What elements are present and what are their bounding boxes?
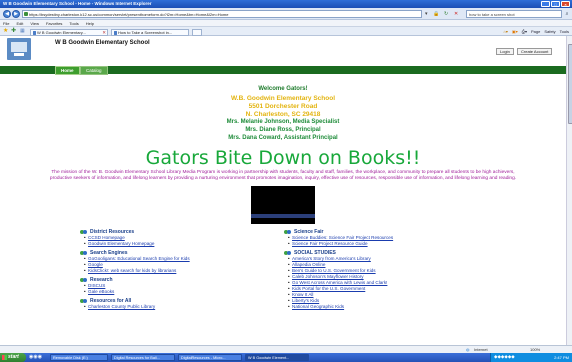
lock-icon[interactable]: 🔒 (433, 11, 439, 17)
mission-statement: The mission of the W. B. Goodwin Element… (49, 170, 517, 181)
resource-link[interactable]: Science Fair Project Resource Guide (284, 241, 393, 247)
login-button[interactable]: Login (496, 48, 514, 55)
search-input[interactable]: how to take a screen shot (466, 10, 562, 18)
add-favorite-icon[interactable]: ✚ (11, 28, 16, 35)
status-zone: Internet (474, 347, 488, 352)
forward-icon[interactable]: ▶ (12, 10, 20, 18)
people-icon (284, 230, 292, 234)
refresh-icon[interactable]: ↻ (444, 11, 448, 17)
maximize-button[interactable]: □ (551, 1, 560, 7)
globe-icon: ◍ (466, 347, 470, 352)
site-favicon-icon (24, 11, 28, 16)
menu-edit[interactable]: Edit (16, 20, 23, 26)
tray-icons[interactable]: ◆◆◆◆◆◆ (494, 354, 515, 360)
command-safety[interactable]: Safety (544, 29, 555, 35)
command-tools[interactable]: Tools (560, 29, 569, 35)
tab-favicon-icon (32, 31, 36, 35)
staff-assistant-principal: Mrs. Dana Coward, Assistant Principal (228, 135, 338, 141)
page-title: Gators Bite Down on Books!! (145, 147, 421, 169)
tab-list-icon[interactable]: ▦ (20, 28, 25, 35)
taskbar-item-active[interactable]: W B Goodwin Element... (245, 354, 309, 361)
welcome-heading: Welcome Gators! (258, 86, 308, 92)
command-page[interactable]: Page (531, 29, 540, 35)
print-icon[interactable]: ⎙▾ (522, 29, 527, 35)
school-name-line: W.B. Goodwin Elementary School (230, 95, 335, 102)
stop-icon[interactable]: ✕ (454, 11, 458, 17)
left-resource-column: District Resources CCSD Homepage Goodwin… (80, 226, 190, 310)
feeds-icon[interactable]: ▣▾ (512, 29, 518, 35)
taskbar: start ◉◉◉ Removable Disk (E:) Digital Re… (0, 353, 572, 362)
back-icon[interactable]: ◀ (3, 10, 11, 18)
new-tab-button[interactable] (192, 28, 202, 36)
tab-goodwin[interactable]: W B Goodwin Elementary... ✕ (30, 28, 108, 36)
menu-favorites[interactable]: Favorites (46, 20, 62, 26)
web-page: W B Goodwin Elementary School Login Crea… (0, 36, 566, 353)
system-tray: ◆◆◆◆◆◆ 2:47 PM (490, 353, 572, 362)
resource-link[interactable]: Charleston County Public Library (80, 304, 190, 310)
window-title: W B Goodwin Elementary School - Home - W… (3, 1, 152, 6)
people-icon (80, 299, 88, 303)
vertical-scrollbar[interactable] (566, 36, 572, 353)
windows-logo-icon (2, 355, 7, 360)
resource-link[interactable]: National Geographic Kids (284, 304, 393, 310)
close-tab-icon[interactable]: ✕ (102, 30, 106, 35)
tab-bar: ★ ✚ ▦ W B Goodwin Elementary... ✕ How to… (0, 27, 572, 36)
address-bar: ◀ ▶ https://bsydestiny.charleston.k12.sc… (0, 8, 572, 20)
create-account-button[interactable]: Create Account (517, 48, 553, 55)
staff-principal: Mrs. Diane Ross, Principal (245, 127, 321, 133)
quick-launch-icon[interactable]: ◉◉◉ (29, 354, 42, 360)
nav-tab-catalog[interactable]: Catalog (80, 66, 108, 75)
resource-link[interactable]: Gale eBooks (80, 289, 190, 295)
site-header: W B Goodwin Elementary School Login Crea… (0, 36, 566, 75)
command-bar: ⌂▾ ▣▾ ⎙▾ Page Safety Tools (504, 29, 569, 35)
taskbar-item[interactable]: DigitalResources - Micro... (178, 354, 242, 361)
zoom-level[interactable]: 100% (530, 346, 540, 353)
search-icon[interactable]: ⌕ (563, 10, 571, 18)
close-window-button[interactable]: × (561, 1, 570, 7)
staff-media-specialist: Mrs. Melanie Johnson, Media Specialist (226, 119, 340, 125)
menu-tools[interactable]: Tools (69, 20, 78, 26)
favorites-star-icon[interactable]: ★ (3, 28, 8, 35)
tab-label: How to Take a Screenshot in... (118, 29, 173, 35)
dropdown-icon[interactable]: ▾ (425, 11, 428, 17)
embedded-video[interactable] (251, 186, 315, 224)
video-controls[interactable] (251, 214, 315, 218)
people-icon (80, 251, 88, 255)
taskbar-item[interactable]: Removable Disk (E:) (50, 354, 108, 361)
site-name: W B Goodwin Elementary School (55, 40, 150, 46)
scrollbar-thumb[interactable] (567, 44, 572, 124)
resource-link[interactable]: KidsClick!: web search for kids by libra… (80, 268, 190, 274)
resource-link[interactable]: Goodwin Elementary Homepage (80, 241, 190, 247)
school-address-line: 5501 Dorchester Road (248, 103, 318, 110)
window-title-bar: W B Goodwin Elementary School - Home - W… (0, 0, 572, 8)
school-logo (7, 38, 31, 60)
right-resource-column: Science Fair Science Buddies: Science Fa… (284, 226, 393, 310)
url-input[interactable]: https://bsydestiny.charleston.k12.sc.us/… (22, 10, 422, 18)
window-controls: _ □ × (541, 1, 570, 7)
school-city-line: N. Charleston, SC 29418 (245, 111, 321, 118)
tab-favicon-icon (113, 31, 117, 35)
people-icon (284, 251, 292, 255)
menu-help[interactable]: Help (86, 20, 94, 26)
tab-label: W B Goodwin Elementary... (37, 29, 86, 35)
menu-bar: File Edit View Favorites Tools Help (0, 20, 572, 27)
taskbar-item[interactable]: Digital Resources for Ball... (111, 354, 175, 361)
start-button[interactable]: start (0, 353, 26, 362)
people-icon (80, 278, 88, 282)
menu-view[interactable]: View (30, 20, 39, 26)
people-icon (80, 230, 88, 234)
status-bar: ◍ Internet 100% (0, 345, 572, 353)
clock: 2:47 PM (554, 355, 569, 360)
tab-screenshot[interactable]: How to Take a Screenshot in... (111, 28, 189, 36)
minimize-button[interactable]: _ (541, 1, 550, 7)
nav-tab-home[interactable]: Home (55, 66, 80, 75)
menu-file[interactable]: File (3, 20, 9, 26)
home-icon[interactable]: ⌂▾ (504, 29, 508, 35)
